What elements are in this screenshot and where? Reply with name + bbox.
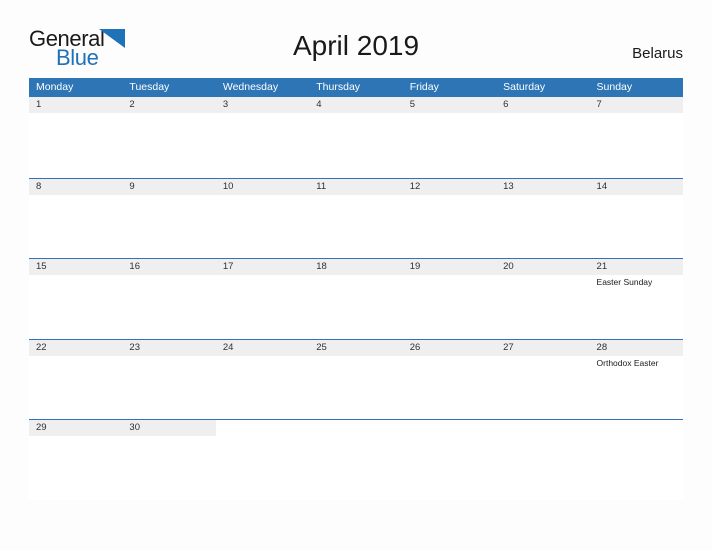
calendar-page: General Blue April 2019 Belarus Monday Tu… (0, 0, 712, 550)
calendar-day-cell[interactable]: 25 (309, 339, 403, 420)
calendar-day-number (216, 420, 309, 436)
calendar-day-cell[interactable]: 27 (496, 339, 590, 420)
calendar-day-number: 2 (122, 97, 216, 113)
calendar-day-cell-empty (496, 420, 590, 500)
calendar-day-cell[interactable]: 14 (589, 178, 683, 259)
calendar-day-number: 1 (29, 97, 123, 113)
calendar-day-number: 13 (496, 178, 590, 195)
weekday-header-friday: Friday (409, 81, 439, 93)
calendar-week-row: 15 16 17 18 19 20 21 Easter Sunday (29, 258, 683, 339)
calendar-day-cell[interactable]: 1 (29, 97, 123, 177)
calendar-day-cell[interactable]: 19 (402, 259, 497, 339)
calendar-day-event: Easter Sunday (596, 277, 653, 288)
calendar-table: Monday Tuesday Wednesday Thursday Friday Satu… (29, 78, 683, 500)
calendar-day-number: 26 (402, 339, 497, 356)
calendar-day-number (590, 420, 683, 436)
calendar-day-cell[interactable]: 24 (215, 339, 310, 420)
calendar-day-cell[interactable]: 6 (496, 97, 590, 177)
calendar-day-number: 12 (402, 178, 497, 195)
calendar-day-number: 20 (496, 259, 590, 276)
calendar-day-number: 9 (122, 178, 216, 195)
calendar-day-cell[interactable]: 20 (496, 259, 590, 339)
calendar-day-cell[interactable]: 3 (215, 97, 310, 177)
calendar-day-number: 17 (215, 259, 310, 276)
calendar-day-number: 6 (496, 97, 590, 113)
calendar-day-cell[interactable]: 11 (309, 178, 403, 259)
calendar-day-cell[interactable]: 26 (402, 339, 497, 420)
calendar-day-cell-empty (402, 420, 497, 500)
calendar-day-cell[interactable]: 4 (309, 97, 403, 177)
weekday-header-thursday: Thursday (316, 81, 361, 93)
calendar-day-cell[interactable]: 17 (215, 259, 310, 339)
calendar-day-number: 28 (589, 339, 683, 356)
calendar-day-number: 7 (589, 97, 683, 113)
calendar-day-number: 16 (122, 259, 216, 276)
calendar-day-number: 27 (496, 339, 590, 356)
weekday-header-row: Monday Tuesday Wednesday Thursday Friday Satu… (29, 78, 683, 97)
calendar-day-number: 21 (589, 259, 683, 276)
calendar-day-number: 25 (309, 339, 403, 356)
calendar-day-cell[interactable]: 15 (29, 259, 123, 339)
page-header: General Blue April 2019 Belarus (0, 0, 712, 76)
weekday-header-tuesday: Tuesday (129, 81, 170, 93)
calendar-day-cell[interactable]: 28 Orthodox Easter (589, 339, 683, 420)
calendar-day-number: 19 (402, 259, 497, 276)
weekday-header-saturday: Saturday (503, 81, 546, 93)
calendar-day-cell[interactable]: 2 (122, 97, 216, 177)
weekday-header-wednesday: Wednesday (222, 81, 279, 93)
calendar-week-row: 8 9 10 11 12 13 14 (29, 177, 683, 259)
calendar-day-number: 4 (309, 97, 403, 113)
calendar-day-cell[interactable]: 8 (29, 178, 123, 259)
calendar-day-cell-empty (309, 420, 403, 500)
calendar-day-number: 10 (215, 178, 310, 195)
calendar-weeks: 1 2 3 4 5 6 7 8 9 10 11 12 13 14 15 16 17 18 19 20 21 Easter … (29, 97, 683, 500)
calendar-day-cell[interactable]: 22 (29, 339, 123, 420)
calendar-day-cell[interactable]: 30 (122, 420, 216, 500)
calendar-day-cell[interactable]: 9 (122, 178, 216, 259)
calendar-day-cell[interactable]: 16 (122, 259, 216, 339)
calendar-day-number (496, 420, 589, 436)
calendar-day-cell[interactable]: 7 (589, 97, 683, 177)
calendar-day-number (309, 420, 402, 436)
calendar-day-number: 14 (589, 178, 683, 195)
calendar-day-number: 18 (309, 259, 403, 276)
calendar-day-cell-empty (589, 420, 683, 500)
calendar-day-cell[interactable]: 18 (309, 259, 403, 339)
calendar-day-number: 29 (29, 420, 123, 437)
calendar-day-number: 22 (29, 339, 123, 356)
calendar-day-cell[interactable]: 12 (402, 178, 497, 259)
calendar-day-number: 23 (122, 339, 216, 356)
calendar-week-row: 1234567 (29, 97, 683, 178)
calendar-day-number: 3 (215, 97, 310, 113)
weekday-header-sunday: Sunday (596, 81, 633, 93)
calendar-day-number: 24 (215, 339, 310, 356)
calendar-day-number: 15 (29, 259, 123, 276)
calendar-day-number: 5 (402, 97, 497, 113)
calendar-day-cell[interactable]: 10 (215, 178, 310, 259)
calendar-day-cell[interactable]: 29 (29, 420, 123, 500)
calendar-day-number: 11 (309, 178, 403, 195)
calendar-day-number (403, 420, 496, 436)
region-label: Belarus (632, 45, 683, 62)
calendar-day-cell[interactable]: 13 (496, 178, 590, 259)
weekday-header-monday: Monday (36, 81, 74, 93)
calendar-day-cell-empty (215, 420, 310, 500)
calendar-day-cell[interactable]: 21 Easter Sunday (589, 259, 683, 339)
calendar-day-event: Orthodox Easter (596, 357, 659, 368)
calendar-day-cell[interactable]: 5 (402, 97, 497, 177)
calendar-day-number: 8 (29, 178, 123, 195)
calendar-week-row: 29 30 (29, 419, 683, 500)
page-title: April 2019 (292, 30, 420, 61)
calendar-week-row: 22 23 24 25 26 27 28 Orthodox Easter (29, 338, 683, 420)
calendar-day-number: 30 (122, 420, 216, 437)
calendar-day-cell[interactable]: 23 (122, 339, 216, 420)
